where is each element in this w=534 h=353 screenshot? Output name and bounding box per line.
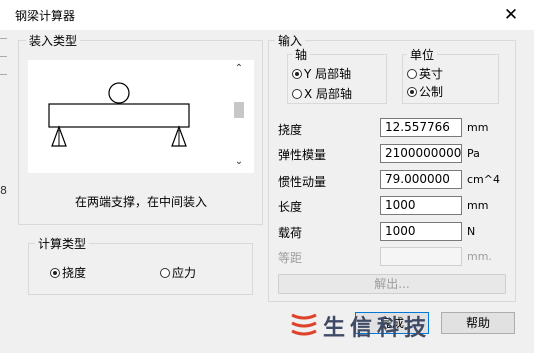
deflection-label: 挠度	[278, 123, 303, 137]
beam-calculator-dialog: 8 钢梁计算器 ✕ 装入类型 ⌃ ⌄ 在两端支撑，在中间装入 计算类型 挠度 应…	[0, 0, 534, 353]
elastic-modulus-label: 弹性模量	[278, 148, 327, 162]
background-window-edge	[0, 38, 7, 39]
title-bar[interactable]: 钢梁计算器 ✕	[0, 0, 534, 30]
load-unit: N	[467, 225, 476, 238]
radio-checked-icon	[407, 86, 417, 97]
axis-x-label: X 局部轴	[304, 87, 353, 101]
chevron-up-icon[interactable]: ⌃	[230, 63, 248, 74]
background-window-label: 8	[0, 184, 7, 197]
chevron-down-icon[interactable]: ⌄	[230, 156, 248, 167]
load-label: 载荷	[278, 226, 303, 240]
background-window-edge	[0, 74, 7, 75]
calc-stress-label: 应力	[172, 266, 197, 280]
spacing-label: 等距	[278, 251, 303, 265]
calc-type-title: 计算类型	[35, 235, 90, 252]
axis-x-radio[interactable]: X 局部轴	[292, 85, 352, 102]
unit-metric-radio[interactable]: 公制	[407, 83, 443, 100]
load-type-description: 在两端支撑，在中间装入	[74, 195, 207, 209]
watermark-logo: 生信科技	[290, 306, 450, 344]
diagram-scrollbar[interactable]: ⌃ ⌄	[230, 60, 248, 173]
elastic-modulus-unit: Pa	[467, 147, 480, 160]
length-label: 长度	[278, 200, 303, 214]
calc-deflection-label: 挠度	[62, 266, 87, 280]
axis-title: 轴	[292, 46, 311, 63]
moment-of-inertia-label: 惯性动量	[278, 175, 327, 189]
calc-stress-radio[interactable]: 应力	[160, 264, 196, 281]
axis-y-label: Y 局部轴	[304, 67, 352, 81]
watermark-icon	[291, 313, 317, 336]
radio-unchecked-icon	[160, 267, 170, 278]
moment-of-inertia-unit: cm^4	[467, 173, 500, 186]
moment-of-inertia-input[interactable]: 79.000000	[380, 170, 462, 189]
beam-diagram	[28, 60, 254, 173]
unit-inch-radio[interactable]: 英寸	[407, 65, 443, 82]
unit-inch-label: 英寸	[419, 67, 444, 81]
simply-supported-beam-icon	[48, 82, 190, 147]
deflection-input[interactable]: 12.557766	[380, 118, 462, 137]
calc-deflection-radio[interactable]: 挠度	[50, 264, 86, 281]
axis-y-radio[interactable]: Y 局部轴	[292, 65, 351, 82]
radio-unchecked-icon	[407, 68, 417, 79]
load-type-title: 装入类型	[26, 32, 81, 49]
radio-checked-icon	[50, 267, 60, 278]
unit-metric-label: 公制	[419, 85, 444, 99]
scrollbar-thumb[interactable]	[234, 102, 244, 118]
solve-button: 解出...	[278, 274, 506, 294]
spacing-unit: mm.	[467, 250, 492, 263]
length-unit: mm	[467, 199, 489, 212]
help-button[interactable]: 帮助	[441, 312, 515, 334]
elastic-modulus-input[interactable]: 2100000000	[380, 144, 462, 163]
spacing-input	[380, 247, 462, 266]
unit-title: 单位	[407, 46, 438, 63]
background-window-edge	[0, 56, 7, 57]
window-title: 钢梁计算器	[15, 9, 76, 23]
watermark-text: 生信科技	[323, 316, 432, 341]
radio-unchecked-icon	[292, 88, 302, 99]
length-input[interactable]: 1000	[380, 196, 462, 215]
radio-checked-icon	[292, 68, 302, 79]
deflection-unit: mm	[467, 121, 489, 134]
load-input[interactable]: 1000	[380, 222, 462, 241]
close-icon[interactable]: ✕	[498, 4, 524, 26]
